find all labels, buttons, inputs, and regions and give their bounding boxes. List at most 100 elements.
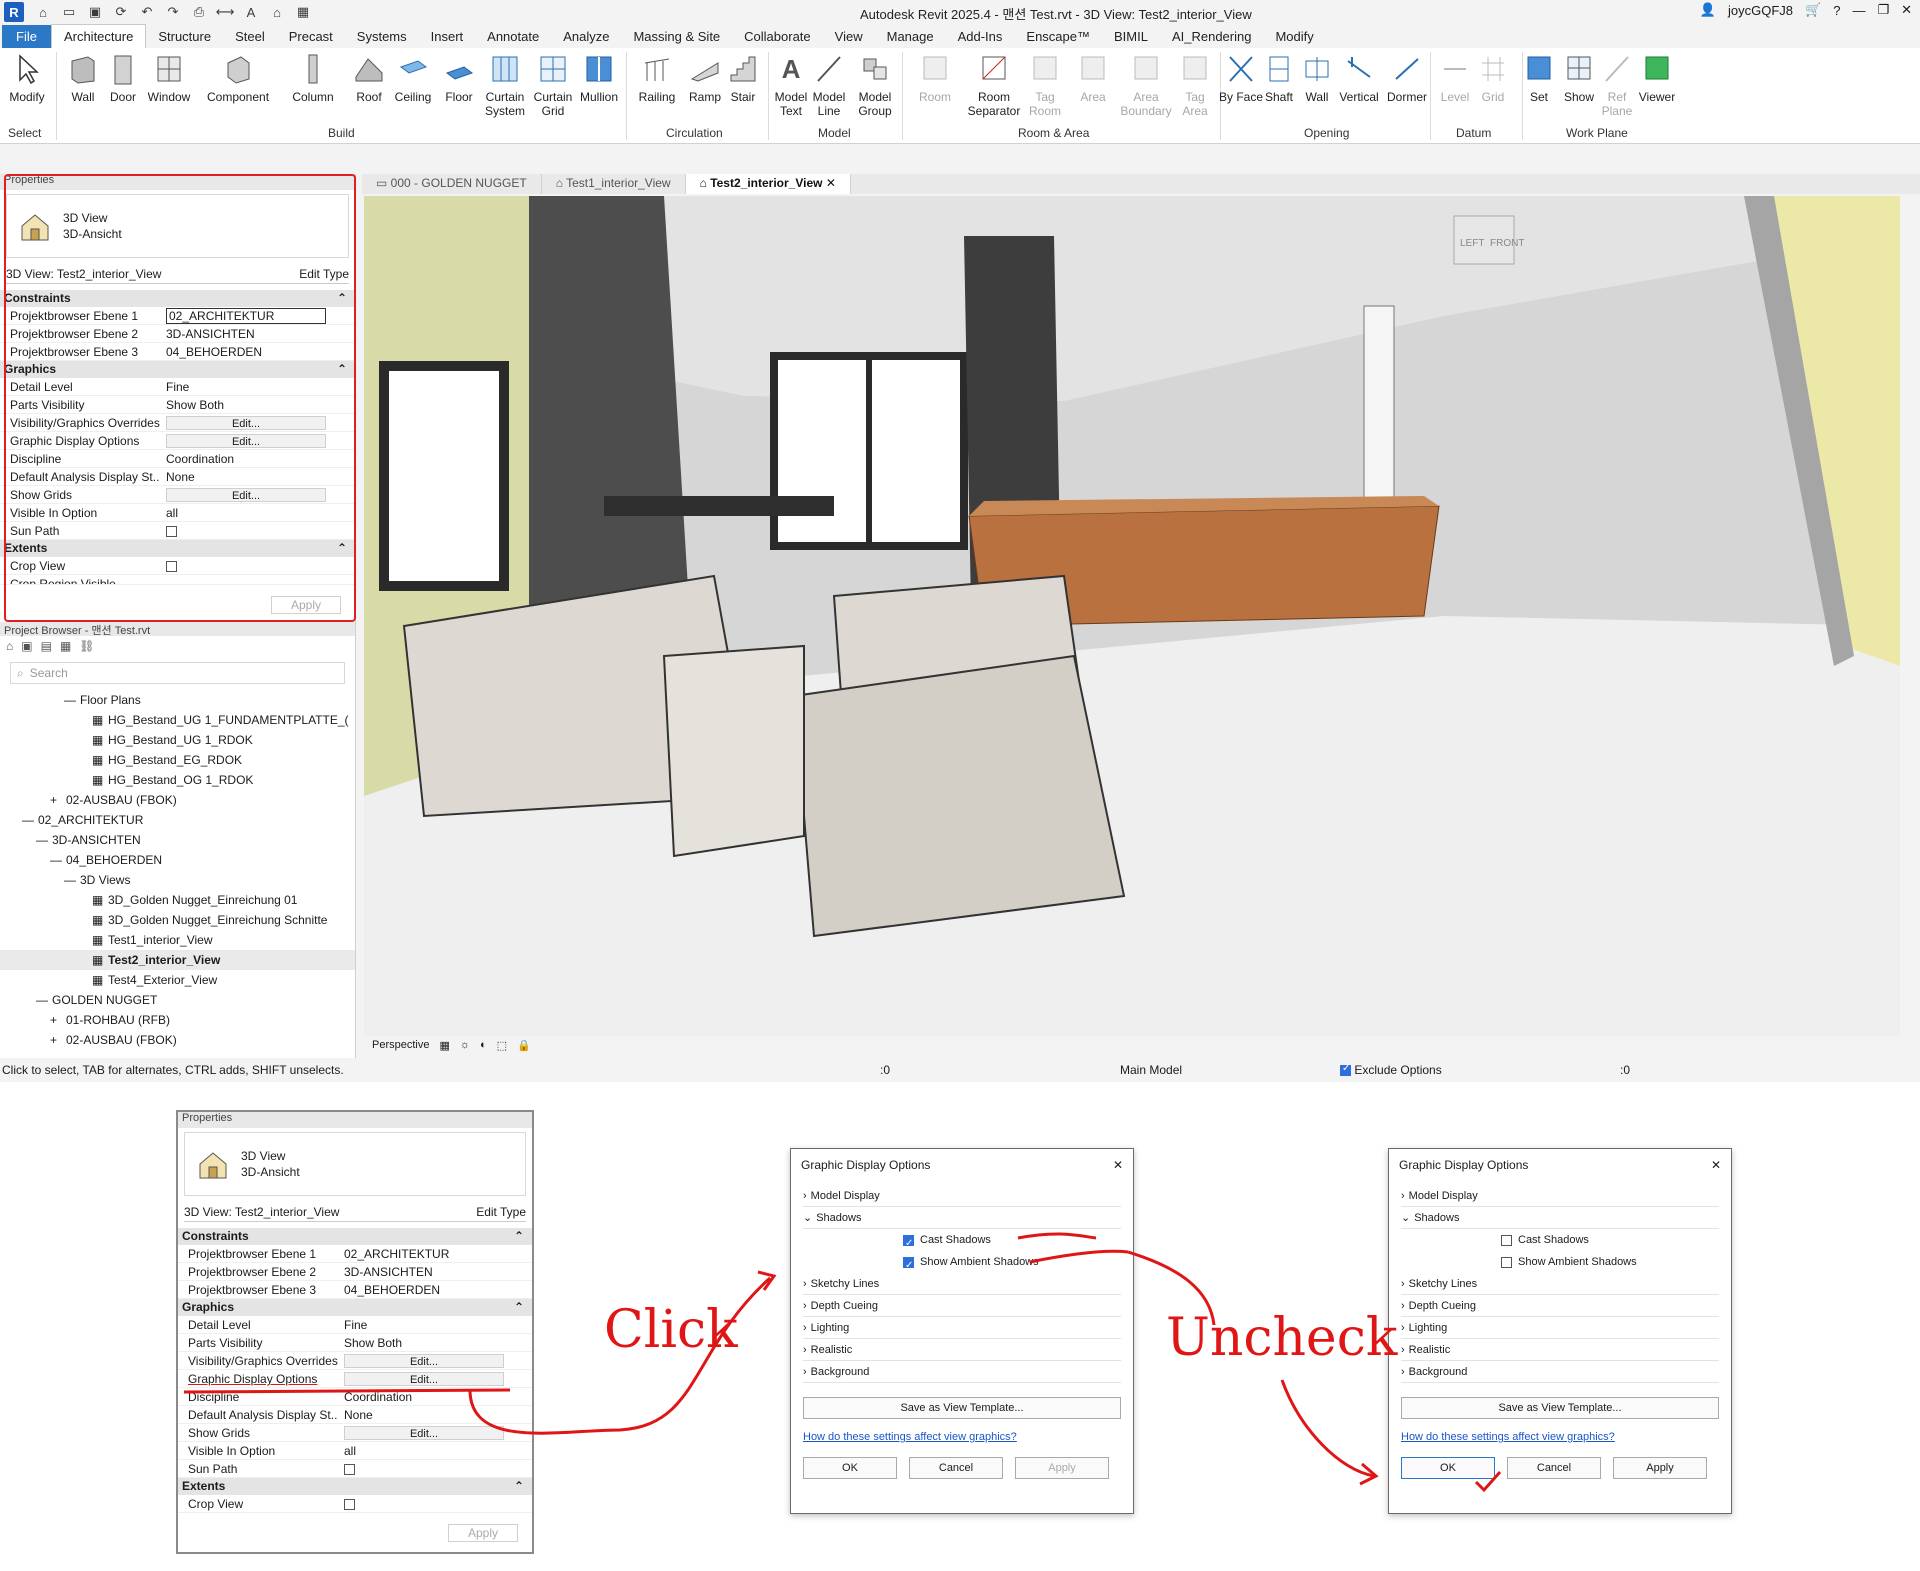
- browser-node[interactable]: —02_ARCHITEKTUR: [0, 810, 355, 830]
- view-icon[interactable]: ▦: [92, 710, 108, 730]
- property-value[interactable]: None: [160, 468, 355, 485]
- sun-icon[interactable]: ☼: [460, 1039, 470, 1051]
- close-tab-icon[interactable]: ✕: [826, 176, 836, 190]
- group-extents[interactable]: Extents ⌃: [0, 540, 355, 557]
- expand-icon[interactable]: +: [50, 1010, 66, 1030]
- ceiling-button[interactable]: Ceiling: [390, 52, 436, 104]
- view-icon[interactable]: ▦: [92, 910, 108, 930]
- view-icon[interactable]: ▦: [92, 930, 108, 950]
- tab-systems[interactable]: Systems: [345, 25, 419, 48]
- expand-icon[interactable]: +: [50, 1030, 66, 1050]
- window-button[interactable]: Window: [146, 52, 192, 104]
- roof-button[interactable]: Roof: [346, 52, 392, 104]
- collapse-icon[interactable]: —: [64, 690, 80, 710]
- close-icon[interactable]: ✕: [1901, 2, 1912, 18]
- browser-node[interactable]: ▦ Test1_interior_View: [0, 930, 355, 950]
- grid-button[interactable]: Grid: [1470, 52, 1516, 104]
- open-icon[interactable]: ▭: [60, 4, 78, 20]
- tab-steel[interactable]: Steel: [223, 25, 277, 48]
- tab-ai-rendering[interactable]: AI_Rendering: [1160, 25, 1264, 48]
- sun-path-checkbox[interactable]: [166, 526, 177, 538]
- shadows-icon[interactable]: ◐: [480, 1039, 487, 1051]
- edit-type-button[interactable]: Edit Type: [299, 267, 349, 281]
- floor-button[interactable]: Floor: [436, 52, 482, 104]
- expand-icon[interactable]: +: [50, 790, 66, 810]
- view-icon[interactable]: ▦: [92, 890, 108, 910]
- modify-button[interactable]: Modify: [4, 52, 50, 104]
- collapse-icon[interactable]: —: [50, 850, 66, 870]
- home-icon[interactable]: ⌂: [6, 639, 13, 653]
- property-value-text[interactable]: 02_ARCHITEKTUR: [166, 308, 326, 324]
- stair-button[interactable]: Stair: [720, 52, 766, 104]
- sheet-icon[interactable]: ▦: [60, 639, 71, 653]
- collapse-icon[interactable]: —: [36, 990, 52, 1010]
- print-icon[interactable]: ⎙: [190, 4, 208, 20]
- tab-insert[interactable]: Insert: [419, 25, 476, 48]
- property-value[interactable]: Fine: [160, 378, 355, 395]
- tab-manage[interactable]: Manage: [875, 25, 946, 48]
- viewer-button[interactable]: Viewer: [1634, 52, 1680, 104]
- save-icon[interactable]: ▣: [86, 4, 104, 20]
- type-selector[interactable]: 3D View 3D-Ansicht: [6, 194, 349, 258]
- tag-room-button[interactable]: Tag Room: [1022, 52, 1068, 118]
- model-group-button[interactable]: Model Group: [852, 52, 898, 118]
- collapse-icon[interactable]: —: [22, 810, 38, 830]
- group-constraints[interactable]: Constraints ⌃: [0, 290, 355, 307]
- browser-node[interactable]: — Floor Plans: [0, 690, 355, 710]
- browser-node[interactable]: ▦ Test4_Exterior_View: [0, 970, 355, 990]
- property-value[interactable]: 02_ARCHITEKTUR: [160, 307, 355, 324]
- browser-node[interactable]: ▦ 3D_Golden Nugget_Einreichung Schnitte: [0, 910, 355, 930]
- browser-node[interactable]: —3D-ANSICHTEN: [0, 830, 355, 850]
- vertical-button[interactable]: Vertical: [1336, 52, 1382, 104]
- visual-style-icon[interactable]: ▦: [439, 1039, 449, 1052]
- view-icon[interactable]: ▦: [92, 950, 108, 970]
- view-icon[interactable]: ▦: [92, 730, 108, 750]
- dormer-button[interactable]: Dormer: [1384, 52, 1430, 104]
- revit-logo-icon[interactable]: R: [4, 2, 24, 22]
- view-icon[interactable]: ▦: [92, 770, 108, 790]
- browser-node[interactable]: —3D Views: [0, 870, 355, 890]
- collapse-all-icon[interactable]: ▤: [41, 639, 52, 653]
- tab-enscape[interactable]: Enscape™: [1014, 25, 1102, 48]
- browser-node[interactable]: ▦ HG_Bestand_EG_RDOK: [0, 750, 355, 770]
- area-button[interactable]: Area: [1070, 52, 1116, 104]
- undo-icon[interactable]: ↶: [138, 4, 156, 20]
- link-icon[interactable]: ⛓: [79, 639, 94, 653]
- group-graphics[interactable]: Graphics ⌃: [0, 361, 355, 378]
- panel-room-area[interactable]: Room & Area: [1018, 126, 1089, 140]
- collapse-icon[interactable]: ⌃: [337, 540, 347, 557]
- collapse-icon[interactable]: ⌃: [337, 361, 347, 378]
- property-value[interactable]: 3D-ANSICHTEN: [160, 325, 355, 342]
- property-value[interactable]: all: [160, 504, 355, 521]
- tab-golden-nugget[interactable]: ▭ 000 - GOLDEN NUGGET: [362, 174, 542, 194]
- curtain-system-button[interactable]: Curtain System: [482, 52, 528, 118]
- instance-selector[interactable]: 3D View: Test2_interior_View Edit Type: [6, 264, 349, 284]
- room-button[interactable]: Room: [912, 52, 958, 104]
- cart-icon[interactable]: 🛒: [1805, 2, 1821, 18]
- collapse-icon[interactable]: —: [36, 830, 52, 850]
- view-mode-label[interactable]: Perspective: [372, 1039, 429, 1051]
- apply-button[interactable]: Apply: [271, 596, 341, 614]
- wall-opening-button[interactable]: Wall: [1294, 52, 1340, 104]
- exclude-options-toggle[interactable]: Exclude Options: [1340, 1063, 1620, 1077]
- viewcube-front-label[interactable]: FRONT: [1490, 238, 1524, 249]
- redo-icon[interactable]: ↷: [164, 4, 182, 20]
- design-option-model[interactable]: Main Model: [1120, 1063, 1340, 1077]
- tag-area-button[interactable]: Tag Area: [1172, 52, 1218, 118]
- help-icon[interactable]: ?: [1833, 3, 1840, 18]
- expand-icon[interactable]: ▣: [21, 639, 32, 653]
- exclude-options-checkbox[interactable]: [1340, 1063, 1351, 1077]
- tab-view[interactable]: View: [823, 25, 875, 48]
- tab-structure[interactable]: Structure: [146, 25, 223, 48]
- model-line-button[interactable]: Model Line: [806, 52, 852, 118]
- user-name[interactable]: joycGQFJ8: [1728, 3, 1793, 18]
- show-grids-edit-button[interactable]: Edit...: [166, 488, 326, 502]
- sync-icon[interactable]: ⟳: [112, 4, 130, 20]
- room-separator-button[interactable]: Room Separator: [966, 52, 1022, 118]
- browser-node[interactable]: —04_BEHOERDEN: [0, 850, 355, 870]
- 3d-viewport[interactable]: LEFT FRONT: [364, 196, 1900, 1036]
- door-button[interactable]: Door: [100, 52, 146, 104]
- browser-node[interactable]: ▦ 3D_Golden Nugget_Einreichung 01: [0, 890, 355, 910]
- mullion-button[interactable]: Mullion: [576, 52, 622, 104]
- browser-node[interactable]: ▦ HG_Bestand_UG 1_FUNDAMENTPLATTE_(: [0, 710, 355, 730]
